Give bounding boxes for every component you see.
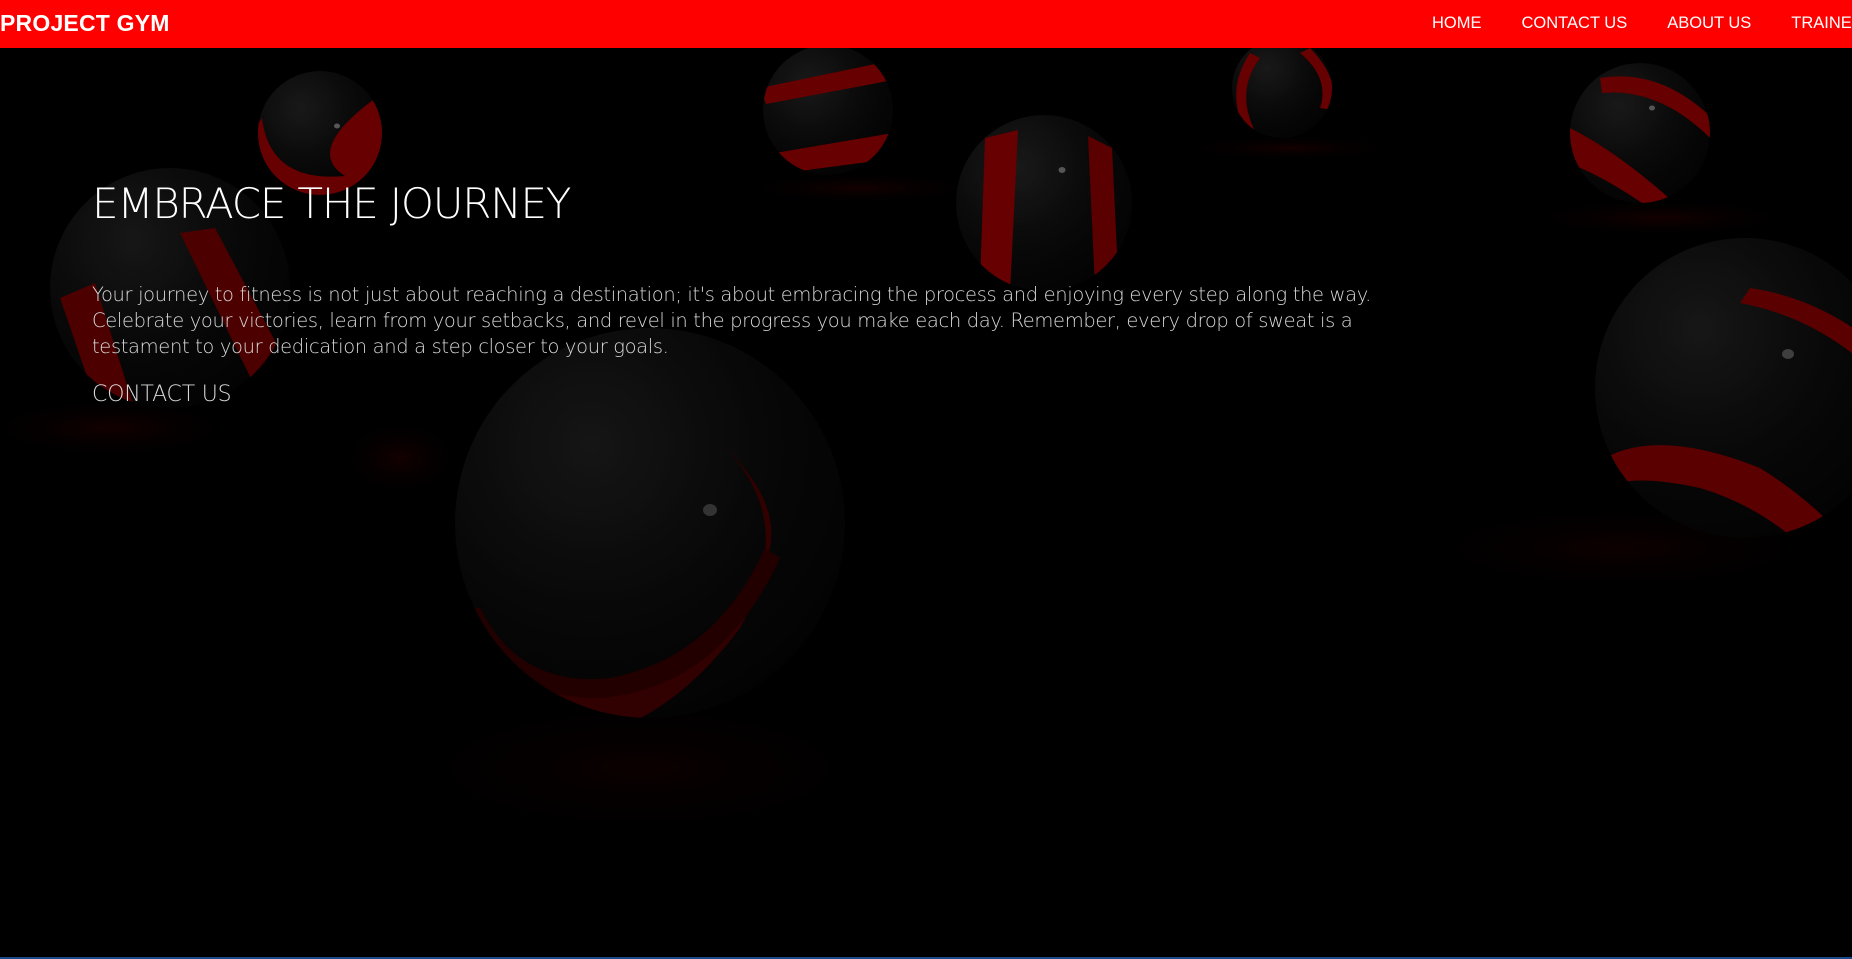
top-navbar: PROJECT GYM HOME CONTACT US ABOUT US TRA… [0,0,1852,48]
hero-section: EMBRACE THE JOURNEY Your journey to fitn… [92,179,1392,408]
nav-link-contact-us[interactable]: CONTACT US [1522,14,1628,33]
nav-link-home[interactable]: HOME [1432,14,1482,33]
nav-links: HOME CONTACT US ABOUT US TRAINER [1432,14,1852,33]
hero-title: EMBRACE THE JOURNEY [92,179,571,228]
brand-logo[interactable]: PROJECT GYM [0,10,170,37]
nav-link-about-us[interactable]: ABOUT US [1667,14,1751,33]
contact-us-link[interactable]: CONTACT US [92,382,232,407]
hero-description: Your journey to fitness is not just abou… [92,283,1371,358]
nav-link-trainer[interactable]: TRAINER [1791,14,1852,33]
